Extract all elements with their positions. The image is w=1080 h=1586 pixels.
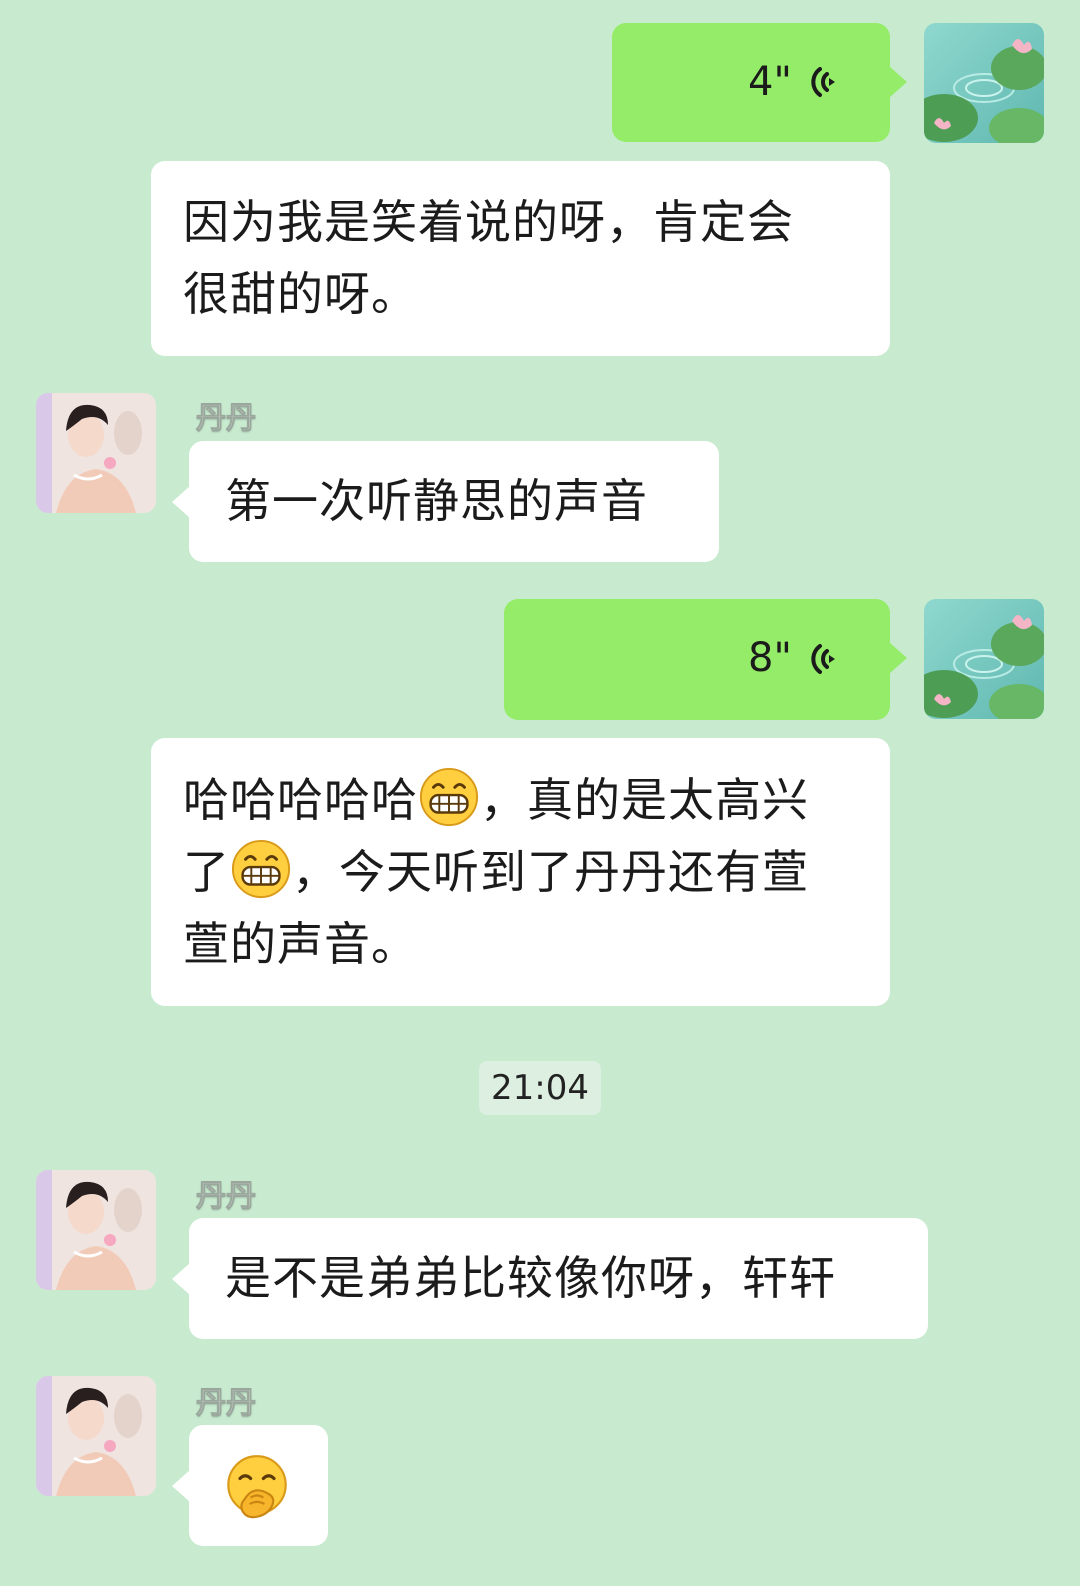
grinning-face-icon [419, 767, 479, 827]
sender-name: 丹丹 [196, 401, 257, 437]
voice-duration: 4" [748, 59, 792, 105]
sticker-message-bubble[interactable] [189, 1425, 328, 1546]
message-text: 是不是弟弟比较像你呀，轩轩 [225, 1251, 836, 1305]
message-text-line: 萱的声音。 [183, 917, 418, 971]
message-text-line: 因为我是笑着说的呀，肯定会 [183, 195, 794, 249]
message-text-line: 很甜的呀。 [183, 267, 418, 321]
bubble-tail [172, 1263, 190, 1295]
bubble-tail [172, 486, 190, 518]
voice-duration: 8" [748, 635, 792, 681]
bubble-tail [172, 1470, 190, 1502]
message-text-segment: 哈哈哈哈哈 [183, 773, 418, 827]
contact-avatar[interactable] [36, 393, 156, 513]
timestamp-badge: 21:04 [479, 1061, 601, 1115]
voice-wave-icon [802, 57, 852, 111]
message-text: 第一次听静思的声音 [225, 474, 648, 528]
bubble-tail [889, 66, 907, 98]
text-message-bubble[interactable]: 第一次听静思的声音 [189, 441, 719, 562]
voice-message-bubble[interactable]: 4" [612, 23, 890, 142]
own-avatar[interactable] [924, 23, 1044, 143]
contact-avatar[interactable] [36, 1170, 156, 1290]
voice-message-bubble[interactable]: 8" [504, 599, 890, 720]
own-avatar[interactable] [924, 599, 1044, 719]
message-text-segment: 了 [183, 845, 230, 899]
message-text-line: 了 ，今天听到了丹丹还有萱 [183, 836, 809, 908]
grinning-face-icon [231, 839, 291, 899]
text-message-bubble[interactable]: 哈哈哈哈哈 ，真的是太高兴 了 ，今天听到了丹丹还有萱 萱的声音。 [151, 738, 890, 1006]
sender-name: 丹丹 [196, 1386, 257, 1422]
text-message-bubble[interactable]: 是不是弟弟比较像你呀，轩轩 [189, 1218, 928, 1339]
text-message-bubble[interactable]: 因为我是笑着说的呀，肯定会 很甜的呀。 [151, 161, 890, 356]
message-text-segment: ，今天听到了丹丹还有萱 [292, 845, 809, 899]
message-text-segment: ，真的是太高兴 [480, 773, 809, 827]
bubble-tail [889, 642, 907, 674]
contact-avatar[interactable] [36, 1376, 156, 1496]
sender-name: 丹丹 [196, 1179, 257, 1215]
face-with-hand-over-mouth-icon [227, 1455, 287, 1519]
message-text-line: 哈哈哈哈哈 ，真的是太高兴 [183, 764, 809, 836]
voice-wave-icon [802, 634, 852, 688]
